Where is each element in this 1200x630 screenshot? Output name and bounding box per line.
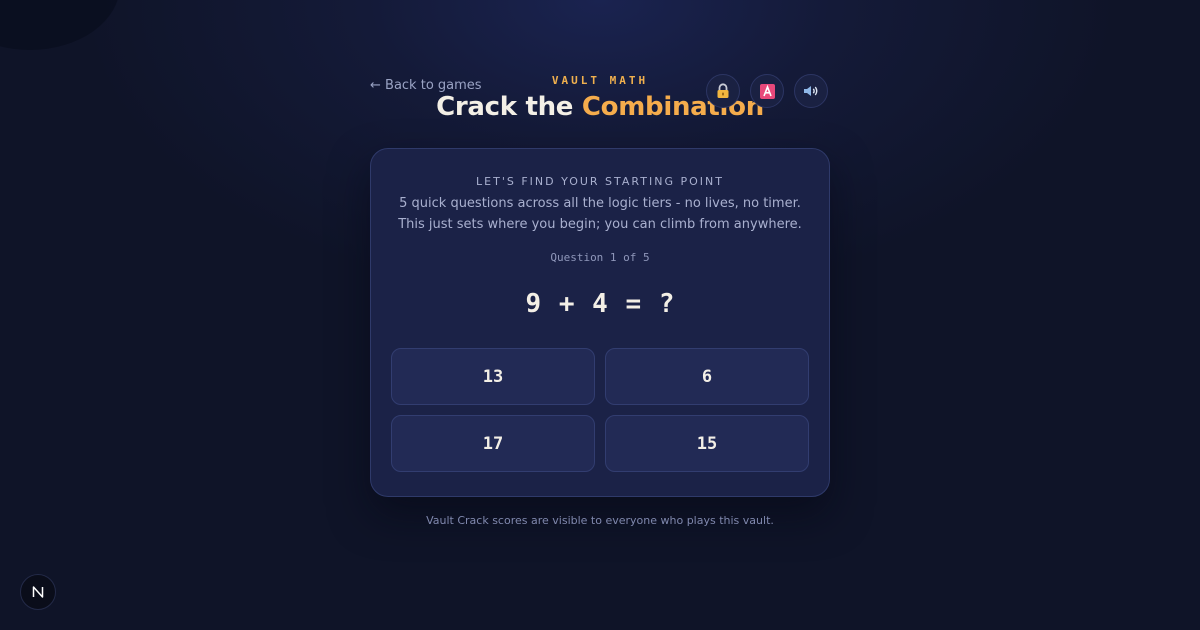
card-subtitle-line-2: This just sets where you begin; you can … xyxy=(398,217,802,232)
next-logo-icon xyxy=(32,586,44,598)
answer-option-3[interactable]: 17 xyxy=(391,415,595,472)
page-title: Crack the Combination xyxy=(0,92,1200,122)
title-prefix: Crack the xyxy=(436,92,582,122)
speaker-icon xyxy=(804,86,818,96)
placement-quiz-card: LET'S FIND YOUR STARTING POINT 5 quick q… xyxy=(370,148,830,497)
card-subtitle-line-1: 5 quick questions across all the logic t… xyxy=(399,196,801,211)
scores-visibility-note: Vault Crack scores are visible to everyo… xyxy=(426,514,774,527)
lock-icon xyxy=(717,83,729,98)
math-question: 9 + 4 = ? xyxy=(525,289,675,319)
answer-option-1[interactable]: 13 xyxy=(391,348,595,405)
card-heading: LET'S FIND YOUR STARTING POINT xyxy=(476,175,724,188)
font-size-button[interactable] xyxy=(750,74,784,108)
question-progress: Question 1 of 5 xyxy=(550,251,650,264)
background-shadow xyxy=(0,0,120,50)
sound-toggle-button[interactable] xyxy=(794,74,828,108)
lock-button[interactable] xyxy=(706,74,740,108)
answer-option-2[interactable]: 6 xyxy=(605,348,809,405)
game-category-label: VAULT MATH xyxy=(551,74,649,87)
font-size-icon xyxy=(759,83,775,99)
next-dev-badge[interactable] xyxy=(20,574,56,610)
answer-option-4[interactable]: 15 xyxy=(605,415,809,472)
